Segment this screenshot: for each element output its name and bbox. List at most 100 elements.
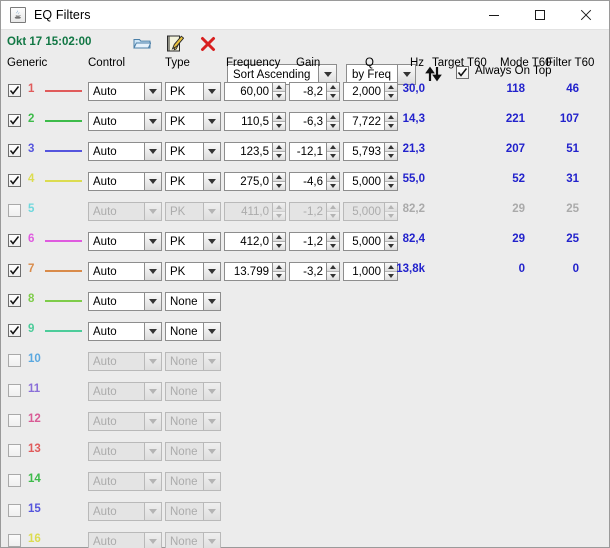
stepper-down-icon[interactable] [327,182,339,190]
row-frequency-spinner-stepper[interactable] [272,233,285,250]
row-gain-spinner-stepper[interactable] [326,143,339,160]
stepper-down-icon[interactable] [327,92,339,100]
row-enable-checkbox[interactable] [8,84,21,97]
open-folder-icon[interactable] [132,34,152,53]
row-type-select[interactable]: PK [165,172,221,191]
row-type-select[interactable]: PK [165,112,221,131]
row-mode-t60-value: 221 [505,113,525,125]
maximize-button[interactable] [517,1,563,30]
stepper-up-icon[interactable] [273,83,285,92]
close-button[interactable] [563,1,609,30]
stepper-down-icon[interactable] [273,92,285,100]
stepper-up-icon[interactable] [273,263,285,272]
row-frequency-spinner-stepper[interactable] [272,173,285,190]
stepper-up-icon[interactable] [327,113,339,122]
row-frequency-spinner-stepper[interactable] [272,263,285,280]
row-control-select[interactable]: Auto [88,322,162,341]
row-enable-checkbox[interactable] [8,444,21,457]
stepper-up-icon[interactable] [273,143,285,152]
row-frequency-spinner[interactable]: 275,0 [224,172,286,191]
row-control-select[interactable]: Auto [88,142,162,161]
row-enable-checkbox[interactable] [8,534,21,547]
row-enable-checkbox[interactable] [8,324,21,337]
row-control-select[interactable]: Auto [88,112,162,131]
stepper-up-icon[interactable] [327,233,339,242]
row-frequency-spinner-stepper[interactable] [272,113,285,130]
row-hz-value: 82,4 [402,233,425,245]
row-frequency-spinner[interactable]: 123,5 [224,142,286,161]
stepper-down-icon[interactable] [327,272,339,280]
row-gain-spinner-stepper[interactable] [326,113,339,130]
row-control-value: Auto [93,235,117,248]
edit-note-icon[interactable] [165,34,185,53]
row-gain-spinner-value: -12,1 [296,145,323,158]
row-type-select[interactable]: PK [165,82,221,101]
row-gain-spinner[interactable]: -1,2 [289,232,340,251]
stepper-down-icon[interactable] [273,182,285,190]
row-type-select[interactable]: None [165,322,221,341]
row-enable-checkbox[interactable] [8,204,21,217]
row-enable-checkbox[interactable] [8,264,21,277]
stepper-down-icon[interactable] [327,242,339,250]
header-type: Type [165,57,190,69]
row-gain-spinner-stepper[interactable] [326,173,339,190]
row-gain-spinner-stepper[interactable] [326,263,339,280]
row-enable-checkbox[interactable] [8,504,21,517]
stepper-up-icon[interactable] [327,83,339,92]
row-enable-checkbox[interactable] [8,234,21,247]
stepper-up-icon[interactable] [273,173,285,182]
stepper-down-icon[interactable] [273,272,285,280]
stepper-down-icon[interactable] [327,152,339,160]
row-type-value: None [170,415,198,428]
row-enable-checkbox[interactable] [8,144,21,157]
row-frequency-spinner[interactable]: 60,00 [224,82,286,101]
row-number: 8 [28,293,35,305]
row-control-value: Auto [93,175,117,188]
row-frequency-spinner[interactable]: 412,0 [224,232,286,251]
row-gain-spinner[interactable]: -6,3 [289,112,340,131]
row-gain-spinner[interactable]: -3,2 [289,262,340,281]
row-control-select[interactable]: Auto [88,82,162,101]
row-frequency-spinner[interactable]: 110,5 [224,112,286,131]
row-frequency-spinner[interactable]: 13.799 [224,262,286,281]
row-frequency-spinner-stepper [272,203,285,220]
row-enable-checkbox[interactable] [8,384,21,397]
row-gain-spinner[interactable]: -8,2 [289,82,340,101]
delete-x-icon[interactable] [198,34,218,53]
row-enable-checkbox[interactable] [8,174,21,187]
stepper-up-icon[interactable] [273,113,285,122]
row-type-select[interactable]: None [165,292,221,311]
row-gain-spinner[interactable]: -12,1 [289,142,340,161]
row-control-select[interactable]: Auto [88,262,162,281]
minimize-button[interactable] [471,1,517,30]
stepper-up-icon[interactable] [327,263,339,272]
row-enable-checkbox[interactable] [8,354,21,367]
stepper-up-icon[interactable] [327,173,339,182]
row-frequency-spinner-stepper[interactable] [272,143,285,160]
row-gain-spinner[interactable]: -4,6 [289,172,340,191]
row-gain-spinner-stepper[interactable] [326,233,339,250]
stepper-up-icon[interactable] [327,143,339,152]
row-control-select[interactable]: Auto [88,232,162,251]
title-bar-left: EQ Filters [1,7,471,23]
row-control-select[interactable]: Auto [88,292,162,311]
row-type-select[interactable]: PK [165,262,221,281]
row-enable-checkbox[interactable] [8,294,21,307]
stepper-up-icon[interactable] [273,233,285,242]
stepper-down-icon[interactable] [273,152,285,160]
row-type-value: PK [170,205,186,218]
chevron-down-icon [203,83,220,100]
stepper-down-icon[interactable] [273,242,285,250]
chevron-down-icon [203,263,220,280]
row-type-select: PK [165,202,221,221]
row-enable-checkbox[interactable] [8,414,21,427]
row-type-select[interactable]: PK [165,232,221,251]
stepper-down-icon[interactable] [327,122,339,130]
stepper-down-icon[interactable] [273,122,285,130]
row-enable-checkbox[interactable] [8,474,21,487]
row-type-select[interactable]: PK [165,142,221,161]
row-enable-checkbox[interactable] [8,114,21,127]
row-gain-spinner-stepper[interactable] [326,83,339,100]
row-control-select[interactable]: Auto [88,172,162,191]
row-frequency-spinner-stepper[interactable] [272,83,285,100]
